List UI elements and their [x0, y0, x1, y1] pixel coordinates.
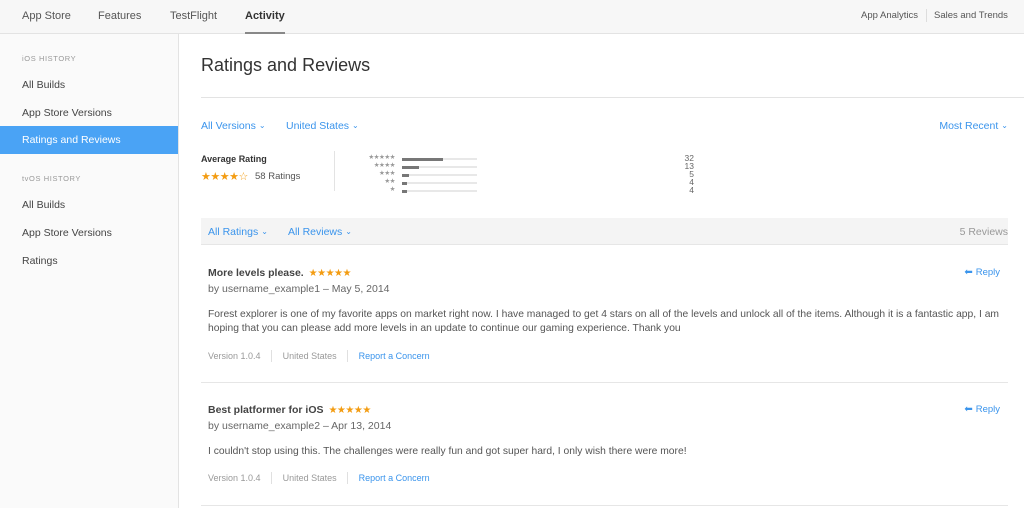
review-title-text: More levels please. [208, 267, 304, 279]
review-version: Version 1.0.4 [208, 473, 261, 483]
histogram-count: 4 [689, 185, 694, 195]
review-meta: Version 1.0.4 United States Report a Con… [208, 350, 430, 362]
sidebar-item-ios-all-builds[interactable]: All Builds [0, 71, 178, 99]
sidebar-item-ios-app-store-versions[interactable]: App Store Versions [0, 99, 178, 127]
histogram-track [402, 189, 477, 193]
histogram-bar [402, 165, 419, 169]
review-filter-bar: All Ratings ⌄ All Reviews ⌄ 5 Reviews [201, 218, 1008, 245]
review-country: United States [282, 473, 337, 483]
meta-divider [347, 350, 349, 362]
country-dropdown[interactable]: United States ⌄ [286, 120, 359, 132]
review-byline: by username_example1 – May 5, 2014 [208, 283, 390, 295]
histogram-row-4: ★★★★ 13 [360, 161, 700, 171]
sidebar-item-tvos-all-builds[interactable]: All Builds [0, 191, 178, 219]
ratings-count: 58 Ratings [255, 171, 301, 182]
review-country: United States [282, 351, 337, 361]
version-dropdown-label: All Versions [201, 120, 256, 132]
sidebar-item-tvos-app-store-versions[interactable]: App Store Versions [0, 219, 178, 247]
review-stars: ★★★★★ [328, 405, 371, 416]
ratings-filter-dropdown[interactable]: All Ratings ⌄ [208, 226, 268, 238]
summary-divider [334, 151, 335, 191]
histogram-row-3: ★★★ 5 [360, 169, 700, 179]
histogram-row-5: ★★★★★ 32 [360, 153, 700, 163]
review-meta: Version 1.0.4 United States Report a Con… [208, 472, 430, 484]
nav-divider [926, 9, 927, 22]
histogram-row-2: ★★ 4 [360, 177, 700, 187]
histogram-bar [402, 181, 408, 185]
sidebar-item-ratings-and-reviews[interactable]: Ratings and Reviews [0, 126, 178, 154]
sales-and-trends-link[interactable]: Sales and Trends [934, 10, 1008, 21]
meta-divider [271, 472, 273, 484]
histogram-track [402, 157, 477, 161]
reply-label: Reply [975, 404, 1000, 415]
histogram-bar [402, 173, 409, 177]
histogram-stars: ★★★ [379, 170, 395, 177]
reviews-filter-label: All Reviews [288, 226, 343, 238]
reply-arrow-icon: ⬅ [964, 267, 973, 278]
review-version: Version 1.0.4 [208, 351, 261, 361]
app-analytics-link[interactable]: App Analytics [861, 10, 918, 21]
review-body: I couldn't stop using this. The challeng… [208, 446, 687, 457]
sidebar-item-tvos-ratings[interactable]: Ratings [0, 247, 178, 275]
review-item: More levels please. ★★★★★ by username_ex… [201, 267, 1008, 383]
histogram-track [402, 173, 477, 177]
histogram-stars: ★★★★★ [368, 154, 395, 161]
tvos-history-label: tvOS HISTORY [22, 174, 82, 183]
reviews-filter-dropdown[interactable]: All Reviews ⌄ [288, 226, 352, 238]
reply-arrow-icon: ⬅ [964, 404, 973, 415]
review-stars: ★★★★★ [308, 268, 352, 279]
tab-features[interactable]: Features [98, 10, 141, 22]
histogram-stars: ★★ [384, 178, 395, 185]
country-dropdown-label: United States [286, 120, 350, 132]
tab-testflight[interactable]: TestFlight [170, 10, 217, 22]
histogram-stars: ★ [389, 186, 396, 193]
ios-history-label: iOS HISTORY [22, 54, 77, 63]
average-rating-stars: ★★★★☆ [201, 171, 248, 183]
histogram-track [402, 165, 477, 169]
review-item: Best platformer for iOS ★★★★★ by usernam… [201, 404, 1008, 506]
report-concern-link[interactable]: Report a Concern [359, 351, 430, 361]
ratings-filter-label: All Ratings [208, 226, 259, 238]
review-byline: by username_example2 – Apr 13, 2014 [208, 420, 392, 432]
chevron-down-icon: ⌄ [261, 227, 268, 236]
chevron-down-icon: ⌄ [258, 121, 266, 130]
sort-dropdown[interactable]: Most Recent ⌄ [939, 120, 1008, 132]
histogram-bar [402, 189, 408, 193]
chevron-down-icon: ⌄ [1001, 121, 1008, 130]
chevron-down-icon: ⌄ [352, 121, 359, 130]
reply-label: Reply [975, 267, 1000, 278]
sort-dropdown-label: Most Recent [939, 120, 999, 132]
version-dropdown[interactable]: All Versions ⌄ [201, 120, 266, 132]
tab-app-store[interactable]: App Store [22, 10, 71, 22]
reply-button[interactable]: ⬅ Reply [964, 267, 1000, 278]
title-divider [201, 97, 1024, 98]
sidebar: iOS HISTORY All Builds App Store Version… [0, 34, 179, 508]
meta-divider [347, 472, 349, 484]
page-title: Ratings and Reviews [201, 55, 371, 75]
histogram-track [402, 181, 477, 185]
top-navigation: App Store Features TestFlight Activity A… [0, 0, 1024, 34]
average-rating-label: Average Rating [201, 154, 267, 164]
review-title: More levels please. ★★★★★ [208, 267, 351, 279]
reply-button[interactable]: ⬅ Reply [964, 404, 1000, 415]
main-content: Ratings and Reviews All Versions ⌄ United… [180, 34, 1024, 508]
review-title: Best platformer for iOS ★★★★★ [208, 404, 371, 416]
review-title-text: Best platformer for iOS [208, 404, 324, 416]
chevron-down-icon: ⌄ [345, 227, 352, 236]
meta-divider [271, 350, 273, 362]
reviews-count: 5 Reviews [959, 226, 1008, 238]
histogram-stars: ★★★★ [373, 162, 396, 169]
review-body: Forest explorer is one of my favorite ap… [208, 309, 999, 334]
tab-activity[interactable]: Activity [245, 10, 285, 34]
histogram-bar [402, 157, 444, 161]
histogram-row-1: ★ 4 [360, 185, 700, 195]
report-concern-link[interactable]: Report a Concern [359, 473, 430, 483]
